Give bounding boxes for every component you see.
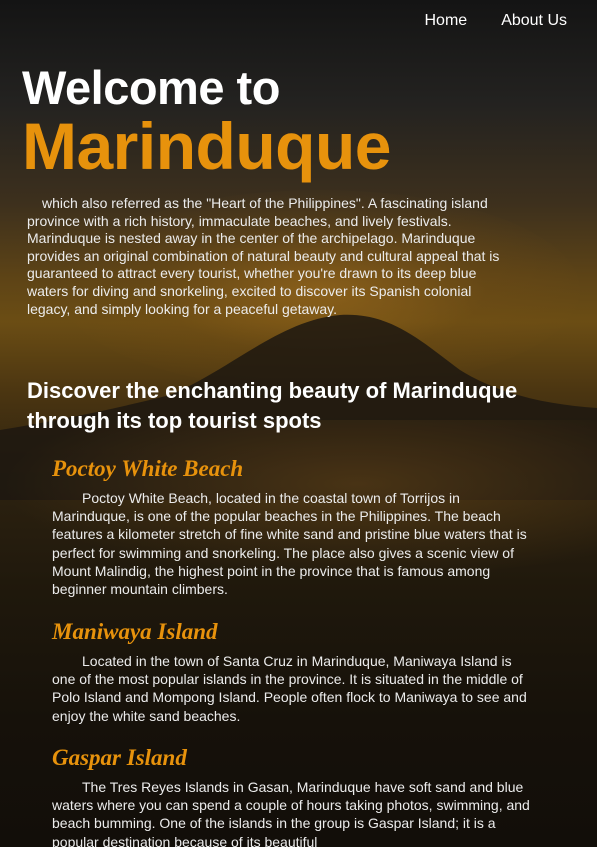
top-nav: Home About Us <box>425 12 568 30</box>
nav-about-us-link[interactable]: About Us <box>501 12 567 30</box>
hero-title: Welcome to Marinduque <box>22 61 582 183</box>
spot-poctoy-white-beach: Poctoy White Beach Poctoy White Beach, l… <box>52 455 530 598</box>
welcome-heading: Welcome to <box>22 61 280 114</box>
nav-home-link[interactable]: Home <box>425 12 468 30</box>
spot-description: The Tres Reyes Islands in Gasan, Marindu… <box>52 779 530 847</box>
spot-description: Located in the town of Santa Cruz in Mar… <box>52 653 527 724</box>
spot-title: Poctoy White Beach <box>52 456 244 481</box>
discover-heading: Discover the enchanting beauty of Marind… <box>27 378 518 433</box>
spot-title: Gaspar Island <box>52 745 187 770</box>
intro-paragraph: which also referred as the "Heart of the… <box>27 195 500 317</box>
place-heading: Marinduque <box>22 109 392 183</box>
spot-description: Poctoy White Beach, located in the coast… <box>52 490 527 598</box>
spot-gaspar-island: Gaspar Island The Tres Reyes Islands in … <box>52 744 530 847</box>
spot-title: Maniwaya Island <box>52 619 218 644</box>
spot-maniwaya-island: Maniwaya Island Located in the town of S… <box>52 618 530 725</box>
